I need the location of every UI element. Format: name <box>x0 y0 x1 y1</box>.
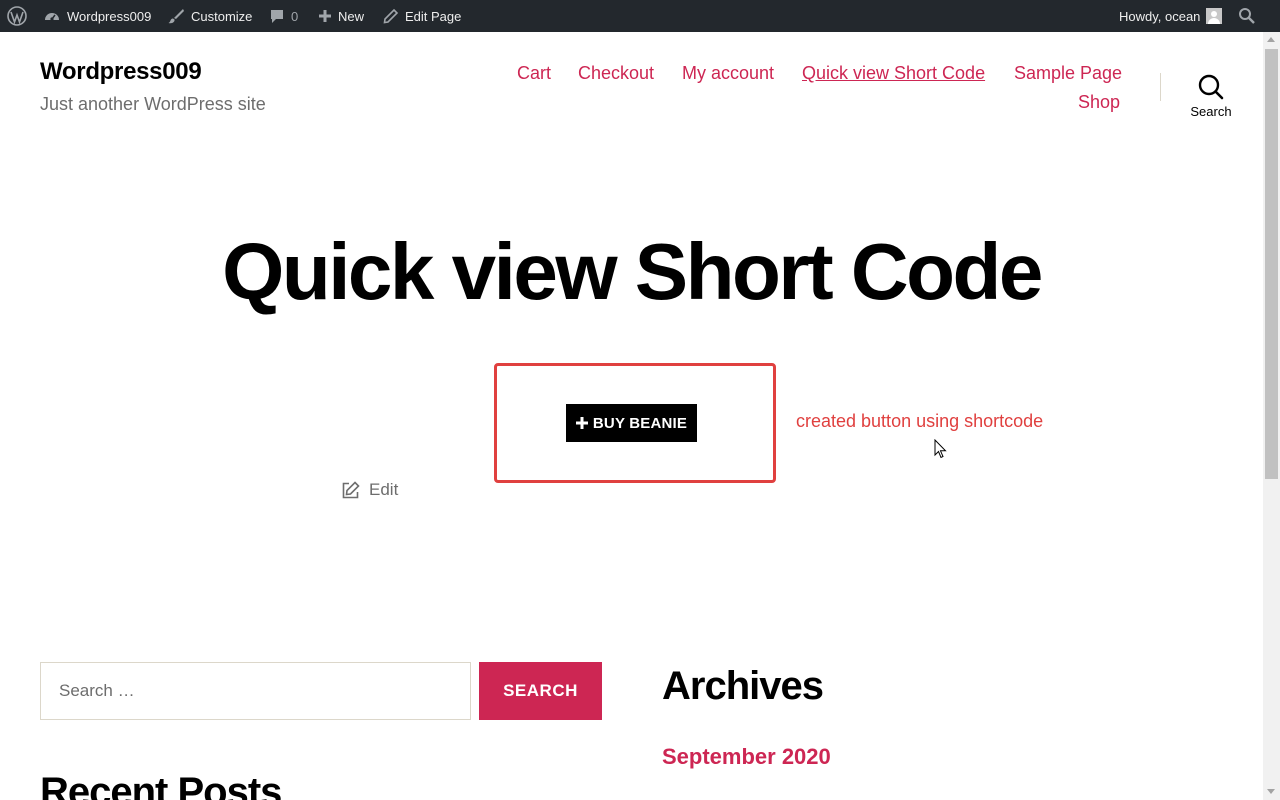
menu-item-shop[interactable]: Shop <box>1078 92 1120 113</box>
widget-search-button[interactable]: SEARCH <box>479 662 602 720</box>
plus-icon <box>319 10 331 22</box>
dashboard-icon <box>45 13 59 21</box>
admin-edit-page[interactable]: Edit Page <box>383 0 461 32</box>
admin-howdy-label: Howdy, ocean <box>1119 8 1201 24</box>
menu-item-quick-view-short-code[interactable]: Quick view Short Code <box>802 63 985 84</box>
page-title: Quick view Short Code <box>222 227 1043 316</box>
wordpress-menu[interactable] <box>7 0 27 32</box>
site-title[interactable]: Wordpress009 <box>40 58 202 86</box>
annotation-text: created button using shortcode <box>796 411 1044 431</box>
menu-item-cart[interactable]: Cart <box>517 63 551 84</box>
plus-icon <box>575 417 588 429</box>
paintbrush-icon <box>168 9 184 24</box>
wordpress-logo-icon <box>7 6 27 26</box>
menu-item-sample-page[interactable]: Sample Page <box>1014 63 1122 84</box>
page-scrollbar[interactable] <box>1263 32 1280 800</box>
search-toggle-button[interactable]: Search <box>1186 74 1236 124</box>
site-description: Just another WordPress site <box>40 94 266 114</box>
edit-page-link[interactable]: Edit <box>341 480 398 500</box>
header-divider <box>1160 73 1161 101</box>
scroll-down-arrow-icon[interactable] <box>1267 789 1275 794</box>
mouse-cursor-icon <box>934 439 947 459</box>
admin-site-name[interactable]: Wordpress009 <box>43 0 151 32</box>
comment-bubble-icon <box>271 10 283 23</box>
search-toggle-label: Search <box>1190 104 1232 119</box>
buy-beanie-label: BUY BEANIE <box>592 414 688 432</box>
admin-search[interactable] <box>1238 0 1256 32</box>
recent-posts-heading: Recent Posts <box>40 770 282 800</box>
menu-item-my-account[interactable]: My account <box>682 63 774 84</box>
archive-link-september-2020[interactable]: September 2020 <box>662 744 831 770</box>
pencil-icon <box>383 8 399 24</box>
admin-new-label: New <box>338 8 365 24</box>
edit-icon <box>342 480 360 498</box>
menu-item-checkout[interactable]: Checkout <box>578 63 654 84</box>
admin-edit-page-label: Edit Page <box>405 8 462 24</box>
admin-comments-count: 0 <box>291 8 299 24</box>
archives-heading: Archives <box>662 664 824 708</box>
admin-new-content[interactable]: New <box>318 0 364 32</box>
admin-site-name-label: Wordpress009 <box>67 8 152 24</box>
search-icon <box>1198 74 1224 100</box>
scroll-up-arrow-icon[interactable] <box>1267 37 1275 42</box>
buy-beanie-button[interactable]: BUY BEANIE <box>566 404 697 442</box>
search-icon <box>1239 8 1255 24</box>
admin-bar: Wordpress009 Customize 0 New Edit Page H… <box>0 0 1280 32</box>
admin-customize[interactable]: Customize <box>167 0 252 32</box>
admin-account-menu[interactable]: Howdy, ocean <box>1119 0 1223 32</box>
edit-page-label: Edit <box>369 480 399 499</box>
widget-search-input[interactable]: Search … <box>40 662 471 720</box>
admin-comments[interactable]: 0 <box>269 0 298 32</box>
admin-customize-label: Customize <box>191 8 253 24</box>
avatar <box>1206 8 1223 24</box>
scrollbar-thumb[interactable] <box>1265 49 1278 479</box>
